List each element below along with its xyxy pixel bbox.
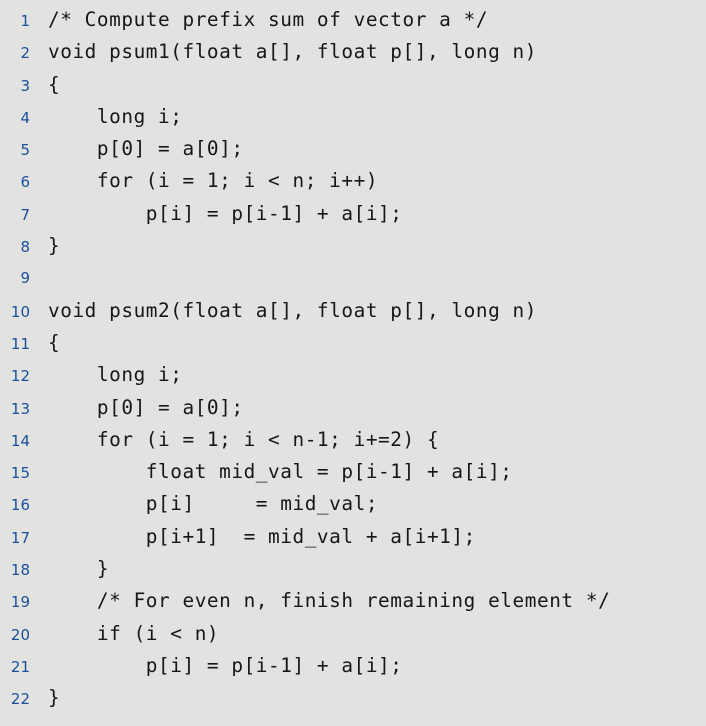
code-line: 17 p[i+1] = mid_val + a[i+1]; bbox=[0, 521, 706, 553]
code-line: 12 long i; bbox=[0, 359, 706, 391]
code-line: 13 p[0] = a[0]; bbox=[0, 392, 706, 424]
code-line: 6 for (i = 1; i < n; i++) bbox=[0, 165, 706, 197]
line-code: long i; bbox=[48, 363, 183, 387]
line-code: p[i] = mid_val; bbox=[48, 492, 379, 516]
line-number: 6 bbox=[20, 173, 30, 192]
line-number: 18 bbox=[10, 561, 30, 580]
code-line: 14 for (i = 1; i < n-1; i+=2) { bbox=[0, 424, 706, 456]
line-number: 19 bbox=[10, 593, 30, 612]
line-number: 16 bbox=[10, 496, 30, 515]
line-number: 4 bbox=[20, 108, 30, 127]
line-number: 11 bbox=[10, 334, 30, 353]
line-number: 13 bbox=[10, 399, 30, 418]
code-listing: 1 /* Compute prefix sum of vector a */ 2 vo… bbox=[0, 0, 706, 726]
code-line: 22} bbox=[0, 682, 706, 714]
line-code: /* For even n, finish remaining element … bbox=[48, 589, 611, 613]
line-code: for (i = 1; i < n-1; i+=2) { bbox=[48, 427, 440, 451]
line-code: p[0] = a[0]; bbox=[48, 395, 244, 419]
code-line: 11 { bbox=[0, 327, 706, 359]
line-number: 5 bbox=[20, 141, 30, 160]
code-line: 10 void psum2(float a[], float p[], long … bbox=[0, 295, 706, 327]
line-code: if (i < n) bbox=[48, 621, 220, 645]
line-code: { bbox=[48, 330, 61, 354]
line-code: void psum2(float a[], float p[], long n) bbox=[48, 298, 537, 322]
line-code: p[i] = p[i-1] + a[i]; bbox=[48, 653, 403, 677]
line-code: } bbox=[48, 557, 110, 581]
line-code: } bbox=[48, 686, 61, 710]
code-line: 20 if (i < n) bbox=[0, 618, 706, 650]
line-code: for (i = 1; i < n; i++) bbox=[48, 169, 379, 193]
line-code: { bbox=[48, 72, 61, 96]
line-code: p[i+1] = mid_val + a[i+1]; bbox=[48, 524, 476, 548]
code-line: 3{ bbox=[0, 69, 706, 101]
line-code: } bbox=[48, 234, 61, 258]
code-line: 15 float mid_val = p[i-1] + a[i]; bbox=[0, 456, 706, 488]
line-number: 8 bbox=[20, 238, 30, 257]
code-line: 9 bbox=[0, 262, 706, 294]
line-number: 15 bbox=[10, 464, 30, 483]
code-line: 21 p[i] = p[i-1] + a[i]; bbox=[0, 650, 706, 682]
code-line: 19 /* For even n, finish remaining eleme… bbox=[0, 585, 706, 617]
line-number: 21 bbox=[10, 657, 30, 676]
line-number: 14 bbox=[10, 431, 30, 450]
line-number: 1 bbox=[20, 12, 30, 30]
code-line: 2 void psum1(float a[], float p[], long n… bbox=[0, 36, 706, 68]
code-line: 18 } bbox=[0, 553, 706, 585]
code-line: 7 p[i] = p[i-1] + a[i]; bbox=[0, 198, 706, 230]
code-line: 5 p[0] = a[0]; bbox=[0, 133, 706, 165]
code-line: 1 /* Compute prefix sum of vector a */ bbox=[0, 4, 706, 36]
line-number: 7 bbox=[20, 205, 30, 224]
line-code: long i; bbox=[48, 104, 183, 128]
line-code: p[0] = a[0]; bbox=[48, 137, 244, 161]
code-line: 8} bbox=[0, 230, 706, 262]
code-line: 16 p[i] = mid_val; bbox=[0, 488, 706, 520]
line-number: 17 bbox=[10, 528, 30, 547]
line-number: 22 bbox=[10, 690, 30, 709]
code-line: 4 long i; bbox=[0, 101, 706, 133]
line-number: 2 bbox=[20, 44, 30, 63]
line-code: /* Compute prefix sum of vector a */ bbox=[48, 8, 489, 31]
line-code: float mid_val = p[i-1] + a[i]; bbox=[48, 460, 513, 484]
line-number: 9 bbox=[20, 269, 30, 288]
line-number: 3 bbox=[20, 76, 30, 95]
line-number: 12 bbox=[10, 367, 30, 386]
line-number: 10 bbox=[10, 302, 30, 321]
line-code: p[i] = p[i-1] + a[i]; bbox=[48, 201, 403, 225]
line-number: 20 bbox=[10, 625, 30, 644]
line-code: void psum1(float a[], float p[], long n) bbox=[48, 40, 537, 64]
